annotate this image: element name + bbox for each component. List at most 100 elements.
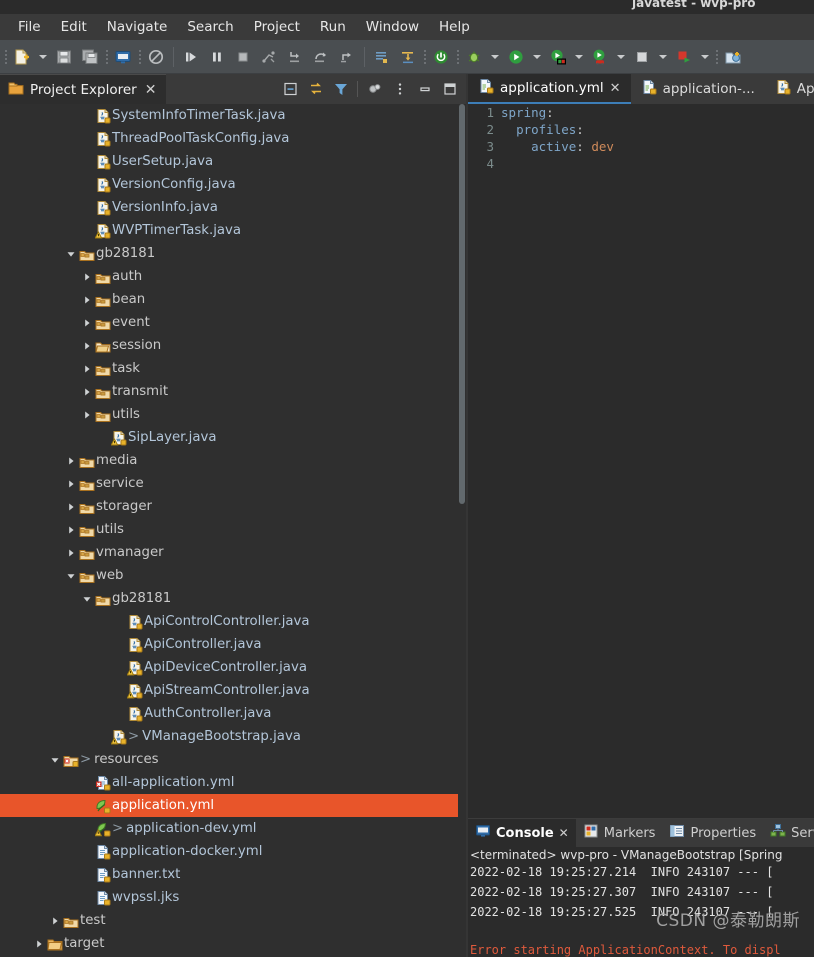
project-tree[interactable]: SystemInfoTimerTask.java ThreadPoolTaskCo…	[0, 104, 458, 957]
menu-item-file[interactable]: File	[8, 16, 51, 38]
tree-row[interactable]: VersionInfo.java	[0, 196, 458, 219]
tree-row[interactable]: AuthController.java	[0, 702, 458, 725]
step-return-icon[interactable]	[334, 44, 360, 70]
maximize-icon[interactable]	[437, 74, 462, 104]
step-over-icon[interactable]	[308, 44, 334, 70]
tree-row[interactable]: SipLayer.java	[0, 426, 458, 449]
tree-row[interactable]: wvpssl.jks	[0, 886, 458, 909]
tree-row[interactable]: UserSetup.java	[0, 150, 458, 173]
toolbar-grip-3[interactable]	[136, 44, 143, 70]
tree-row[interactable]: all-application.yml	[0, 771, 458, 794]
tree-row[interactable]: application-docker.yml	[0, 840, 458, 863]
new-package-icon[interactable]	[720, 44, 746, 70]
disconnect-icon[interactable]	[256, 44, 282, 70]
toolbar-grip-2[interactable]	[103, 44, 110, 70]
menu-item-help[interactable]: Help	[429, 16, 480, 38]
chevron-down-icon[interactable]	[48, 755, 61, 765]
new-file-dropdown-icon[interactable]	[35, 44, 51, 70]
close-icon[interactable]: ✕	[145, 83, 157, 97]
tree-row[interactable]: bean	[0, 288, 458, 311]
chevron-down-icon[interactable]	[64, 571, 77, 581]
menu-item-project[interactable]: Project	[244, 16, 310, 38]
new-file-icon[interactable]	[9, 44, 35, 70]
profile-dropdown-icon[interactable]	[613, 44, 629, 70]
chevron-right-icon[interactable]	[48, 916, 61, 926]
tree-scrollbar-thumb[interactable]	[459, 104, 465, 504]
link-with-editor-icon[interactable]	[303, 74, 328, 104]
tree-row[interactable]: > VManageBootstrap.java	[0, 725, 458, 748]
yaml-editor[interactable]: 1 spring: 2 profiles: 3 active: dev 4	[468, 104, 814, 786]
chevron-right-icon[interactable]	[64, 525, 77, 535]
run-last-icon[interactable]	[671, 44, 697, 70]
menu-item-edit[interactable]: Edit	[51, 16, 97, 38]
tree-row[interactable]: utils	[0, 518, 458, 541]
filter-icon[interactable]	[328, 74, 353, 104]
menu-item-run[interactable]: Run	[310, 16, 356, 38]
run-last-dropdown-icon[interactable]	[697, 44, 713, 70]
toolbar-grip-6[interactable]	[713, 44, 720, 70]
toolbar-grip[interactable]	[2, 44, 9, 70]
step-into-icon[interactable]	[282, 44, 308, 70]
chevron-right-icon[interactable]	[80, 295, 93, 305]
tree-row-selected[interactable]: application.yml	[0, 794, 458, 817]
minimize-icon[interactable]	[412, 74, 437, 104]
debug-dropdown-icon[interactable]	[487, 44, 503, 70]
stop-dropdown-icon[interactable]	[655, 44, 671, 70]
chevron-right-icon[interactable]	[80, 387, 93, 397]
tree-row[interactable]: session	[0, 334, 458, 357]
editor-tab-2[interactable]: ApiC	[764, 74, 814, 104]
tree-row[interactable]: ThreadPoolTaskConfig.java	[0, 127, 458, 150]
menu-item-search[interactable]: Search	[177, 16, 243, 38]
coverage-dropdown-icon[interactable]	[571, 44, 587, 70]
chevron-right-icon[interactable]	[80, 272, 93, 282]
chevron-right-icon[interactable]	[80, 410, 93, 420]
tree-row[interactable]: > resources	[0, 748, 458, 771]
editor-tab-0[interactable]: application.yml ✕	[468, 74, 631, 104]
chevron-right-icon[interactable]	[64, 548, 77, 558]
chevron-right-icon[interactable]	[64, 502, 77, 512]
tree-row[interactable]: target	[0, 932, 458, 955]
coverage-icon[interactable]	[545, 44, 571, 70]
no-entry-icon[interactable]	[143, 44, 169, 70]
tree-row[interactable]: task	[0, 357, 458, 380]
resume-icon[interactable]	[178, 44, 204, 70]
close-icon[interactable]: ✕	[610, 81, 621, 96]
view-options-icon[interactable]	[387, 74, 412, 104]
tree-row[interactable]: > application-dev.yml	[0, 817, 458, 840]
tree-scrollbar[interactable]	[458, 104, 466, 957]
tree-row[interactable]: SystemInfoTimerTask.java	[0, 104, 458, 127]
chevron-down-icon[interactable]	[64, 249, 77, 259]
tree-row[interactable]: ApiController.java	[0, 633, 458, 656]
tree-row[interactable]: VersionConfig.java	[0, 173, 458, 196]
terminate-icon[interactable]	[230, 44, 256, 70]
tree-row[interactable]: event	[0, 311, 458, 334]
console-tab-markers[interactable]: Markers	[575, 819, 663, 847]
tree-row[interactable]: service	[0, 472, 458, 495]
chevron-right-icon[interactable]	[32, 939, 45, 949]
run-dropdown-icon[interactable]	[529, 44, 545, 70]
toolbar-grip-5[interactable]	[454, 44, 461, 70]
run-icon[interactable]	[503, 44, 529, 70]
menu-item-window[interactable]: Window	[356, 16, 429, 38]
save-icon[interactable]	[51, 44, 77, 70]
chevron-right-icon[interactable]	[64, 479, 77, 489]
close-icon[interactable]: ✕	[559, 826, 569, 840]
save-all-icon[interactable]	[77, 44, 103, 70]
tab-project-explorer[interactable]: Project Explorer ✕	[0, 74, 167, 104]
console-tab-console[interactable]: Console ✕	[468, 819, 576, 847]
chevron-right-icon[interactable]	[80, 364, 93, 374]
tree-row[interactable]: media	[0, 449, 458, 472]
tree-row[interactable]: storager	[0, 495, 458, 518]
console-output[interactable]: <terminated> wvp-pro - VManageBootstrap …	[468, 847, 814, 957]
tree-row[interactable]: gb28181	[0, 242, 458, 265]
profile-icon[interactable]	[587, 44, 613, 70]
editor-tab-1[interactable]: application-...	[630, 74, 765, 104]
view-menu-icon[interactable]	[362, 74, 387, 104]
tree-row[interactable]: gb28181	[0, 587, 458, 610]
tree-row[interactable]: auth	[0, 265, 458, 288]
chevron-right-icon[interactable]	[64, 456, 77, 466]
tree-row[interactable]: ApiDeviceController.java	[0, 656, 458, 679]
console-tab-serve[interactable]: Serve	[763, 819, 814, 847]
tree-row[interactable]: transmit	[0, 380, 458, 403]
tree-row[interactable]: vmanager	[0, 541, 458, 564]
